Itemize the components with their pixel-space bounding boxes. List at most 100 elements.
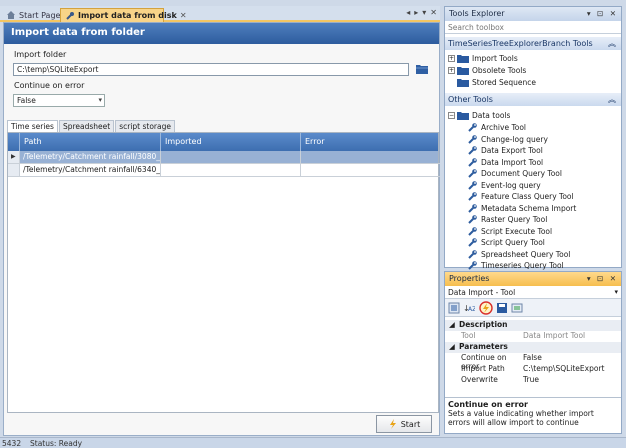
tool-wrench-icon [468, 146, 477, 155]
column-header-path[interactable]: Path [20, 133, 161, 151]
lightning-icon [389, 419, 396, 429]
tool-item[interactable]: Timeseries Query Tool [467, 260, 564, 271]
panel-controls[interactable]: ▾ ⊡ ✕ [587, 274, 618, 283]
document-tab-strip: Start Page Import data from disk ✕ ◂ ▸ ▾… [0, 6, 440, 22]
tree-item-stored-sequence[interactable]: Stored Sequence [457, 77, 536, 88]
home-icon [7, 11, 15, 19]
category-description[interactable]: ◢ Description [445, 320, 621, 331]
panel-title: Tools Explorer [449, 9, 505, 18]
table-row[interactable]: ▶ /Telemetry/Catchment rainfall/3080_... [8, 151, 440, 164]
collapse-icon[interactable]: ︽ [608, 38, 616, 49]
tree-item-label: Import Tools [472, 54, 518, 63]
column-header-imported[interactable]: Imported [161, 133, 301, 151]
tool-wrench-icon [468, 134, 477, 144]
close-document-icon[interactable]: ✕ [430, 8, 437, 17]
property-key: Overwrite [461, 375, 498, 384]
column-header-error[interactable]: Error [301, 133, 440, 151]
tab-list-icon[interactable]: ▾ [422, 8, 426, 17]
row-indicator [8, 164, 20, 177]
cell-imported[interactable] [161, 151, 301, 164]
categorized-icon[interactable] [448, 302, 460, 314]
folder-icon [457, 55, 469, 63]
tool-item[interactable]: Data Import Tool [467, 157, 543, 168]
panel-controls[interactable]: ▾ ⊡ ✕ [587, 9, 618, 18]
property-row[interactable]: Continue on error False [445, 353, 621, 371]
settings-list-icon[interactable] [511, 302, 523, 314]
browse-folder-icon[interactable] [415, 62, 429, 76]
tool-item[interactable]: Change-log query [467, 134, 548, 145]
tab-script-storage[interactable]: script storage [115, 120, 175, 132]
cell-error[interactable] [301, 151, 440, 164]
tools-explorer-panel: Tools Explorer ▾ ⊡ ✕ Search toolbox Time… [444, 6, 622, 271]
tab-label: Start Page [19, 10, 61, 20]
tool-label: Data Export Tool [481, 146, 543, 155]
tool-wrench-icon [468, 238, 477, 247]
continue-on-error-label: Continue on error [14, 81, 85, 90]
tab-spreadsheet[interactable]: Spreadsheet [58, 120, 115, 132]
row-indicator-icon: ▶ [8, 151, 20, 164]
tree-item-label: Obsolete Tools [472, 66, 527, 75]
tool-item[interactable]: Archive Tool [467, 122, 526, 133]
continue-on-error-select[interactable]: False ▾ [13, 94, 105, 107]
object-select-value: Data Import - Tool [448, 288, 516, 297]
property-value[interactable]: False [523, 353, 542, 362]
property-value[interactable]: C:\temp\SQLiteExport [523, 364, 604, 373]
tree-item-data-tools[interactable]: − Data tools [448, 110, 510, 121]
status-bar: 5432 Status: Ready [0, 437, 626, 448]
start-button[interactable]: Start [376, 415, 432, 433]
folder-icon [457, 79, 469, 87]
property-row[interactable]: Import Path C:\temp\SQLiteExport [445, 364, 621, 375]
description-title: Continue on error [448, 400, 528, 409]
tool-label: Change-log query [481, 134, 548, 144]
cell-imported[interactable] [161, 164, 301, 177]
tool-label: Script Execute Tool [481, 226, 553, 236]
save-icon[interactable] [496, 302, 508, 314]
collapse-icon[interactable]: ◢ [449, 342, 459, 351]
cell-path[interactable]: /Telemetry/Catchment rainfall/6340_... [20, 164, 161, 177]
object-select[interactable]: Data Import - Tool ▾ [445, 286, 621, 299]
toolbox-search-input[interactable]: Search toolbox [445, 21, 621, 34]
import-folder-input[interactable]: C:\temp\SQLiteExport [13, 63, 409, 76]
tool-label: Document Query Tool [481, 169, 562, 178]
tab-start-page[interactable]: Start Page [2, 8, 61, 22]
expand-icon[interactable]: + [448, 55, 455, 62]
tab-import-data[interactable]: Import data from disk ✕ [60, 8, 187, 22]
alphabetical-sort-icon[interactable]: ↓AZ [463, 302, 475, 314]
tool-item[interactable]: Feature Class Query Tool [467, 191, 574, 202]
tool-item[interactable]: Script Execute Tool [467, 226, 552, 237]
property-description: Continue on error Sets a value indicatin… [445, 397, 621, 433]
tool-item[interactable]: Document Query Tool [467, 168, 562, 179]
tool-item[interactable]: Event-log query [467, 180, 541, 191]
collapse-icon[interactable]: ◢ [449, 320, 459, 329]
properties-panel: Properties ▾ ⊡ ✕ Data Import - Tool ▾ ↓ A… [444, 271, 622, 434]
tool-item[interactable]: Spreadsheet Query Tool [467, 249, 570, 260]
scroll-right-icon[interactable]: ▸ [414, 8, 418, 17]
tree-item-label: Data tools [472, 111, 511, 120]
tool-item[interactable]: Data Export Tool [467, 145, 543, 156]
tree-item-obsolete-tools[interactable]: + Obsolete Tools [448, 65, 526, 76]
property-row[interactable]: Tool Data Import Tool [445, 331, 621, 342]
events-lightning-icon[interactable] [479, 301, 493, 315]
expand-icon[interactable]: + [448, 67, 455, 74]
property-value[interactable]: True [523, 375, 539, 384]
tool-item[interactable]: Metadata Schema Import [467, 203, 576, 214]
tool-item[interactable]: Script Query Tool [467, 237, 545, 248]
import-grid: Path Imported Error ▶ /Telemetry/Catchme… [7, 132, 440, 413]
tool-wrench-icon [468, 215, 477, 224]
collapse-icon[interactable]: ︽ [608, 94, 616, 105]
collapse-icon[interactable]: − [448, 112, 455, 119]
close-tab-icon[interactable]: ✕ [180, 11, 187, 20]
table-row[interactable]: /Telemetry/Catchment rainfall/6340_... [8, 164, 440, 177]
cell-error[interactable] [301, 164, 440, 177]
tool-item[interactable]: Raster Query Tool [467, 214, 547, 225]
tree-item-import-tools[interactable]: + Import Tools [448, 53, 518, 64]
property-row[interactable]: Overwrite True [445, 375, 621, 386]
section-timeseries-tools[interactable]: TimeSeriesTreeExplorerBranch Tools ︽ [445, 37, 621, 50]
category-parameters[interactable]: ◢ Parameters [445, 342, 621, 353]
tool-wrench-icon [468, 203, 477, 213]
section-other-tools[interactable]: Other Tools ︽ [445, 93, 621, 106]
page-title: Import data from folder [4, 23, 439, 44]
tab-time-series[interactable]: Time series [7, 120, 58, 132]
cell-path[interactable]: /Telemetry/Catchment rainfall/3080_... [20, 151, 161, 164]
scroll-left-icon[interactable]: ◂ [406, 8, 410, 17]
